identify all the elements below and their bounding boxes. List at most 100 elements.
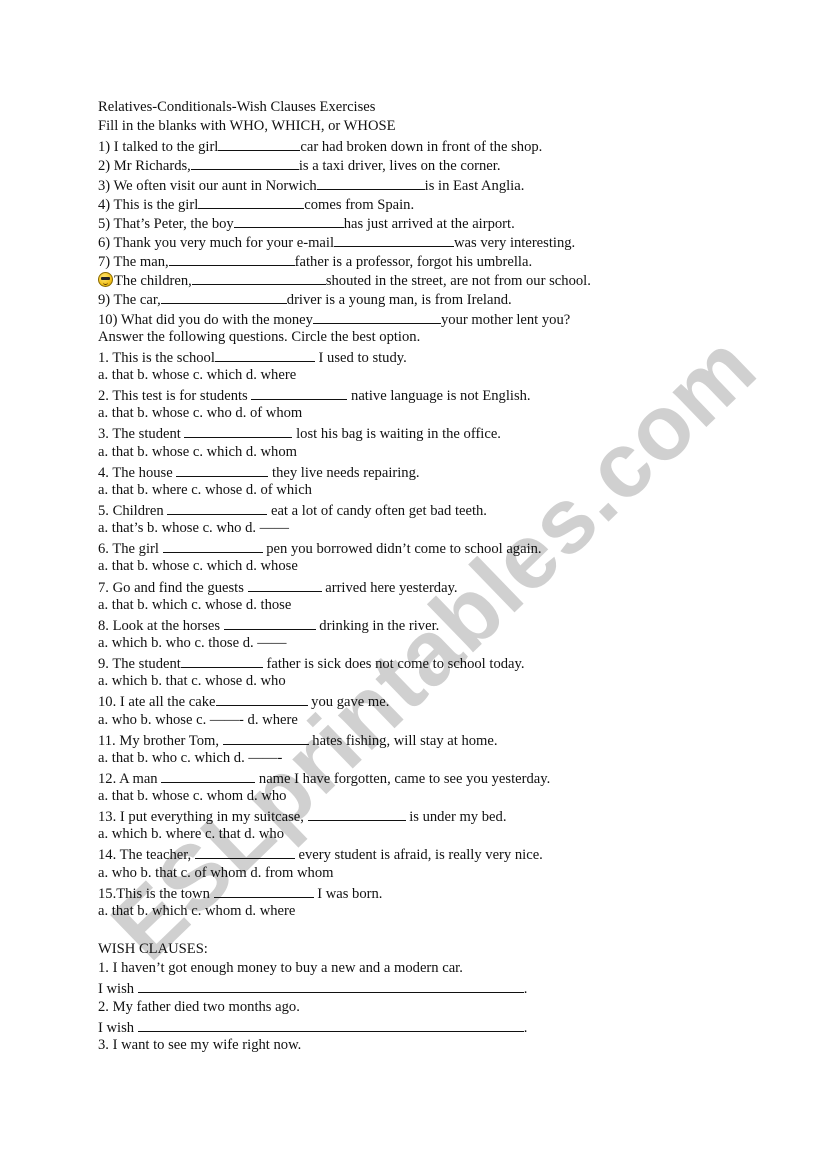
answer-options[interactable]: a. who b. whose c. ——- d. where [98,711,778,730]
answer-options[interactable]: a. who b. that c. of whom d. from whom [98,864,778,883]
fill-item: 3) We often visit our aunt in Norwich is … [98,175,778,194]
answer-blank[interactable] [184,423,293,439]
answer-blank[interactable] [162,538,263,554]
answer-options[interactable]: a. that b. whose c. which d. where [98,366,778,385]
answer-options[interactable]: a. which b. where c. that d. who [98,825,778,844]
question: 2. This test is for students native lang… [98,385,778,404]
worksheet-content: Relatives-Conditionals-Wish Clauses Exer… [98,98,778,1055]
item-text: father is a professor, forgot his umbrel… [294,254,533,271]
fill-item: 4) This is the girl comes from Spain. [98,194,778,213]
answer-options[interactable]: a. that b. which c. whom d. where [98,902,778,921]
question-text: 1. This is the school [98,349,215,366]
question: 1. This is the school I used to study. [98,347,778,366]
worksheet-title: Relatives-Conditionals-Wish Clauses Exer… [98,99,376,115]
answer-options[interactable]: a. that b. whose c. which d. whose [98,557,778,576]
fill-item: 10) What did you do with the money your m… [98,309,778,328]
answer-options[interactable]: a. that b. which c. whose d. those [98,596,778,615]
question: 14. The teacher, every student is afraid… [98,844,778,863]
answer-blank[interactable] [180,653,263,669]
question: 13. I put everything in my suitcase, is … [98,806,778,825]
question-text: they live needs repairing. [268,464,420,481]
question-text: 5. Children [98,502,168,519]
question-text: 12. A man [98,770,162,787]
wish-sentence: 2. My father died two months ago. [98,998,300,1015]
answer-blank[interactable] [176,462,269,477]
answer-options[interactable]: a. that’s b. whose c. who d. —— [98,519,778,538]
fill-item: 7) The man, father is a professor, forgot… [98,251,778,270]
question-text: native language is not English. [347,388,531,405]
answer-blank[interactable] [160,289,287,305]
question-text: 15.This is the town [98,885,214,902]
item-text: is in East Anglia. [424,177,525,194]
answer-options[interactable]: a. that b. whose c. which d. whom [98,443,778,462]
question-text: I used to study. [314,349,407,366]
question: 12. A man name I have forgotten, came to… [98,768,778,787]
item-text: your mother lent you? [440,311,571,328]
answer-blank[interactable] [161,768,256,783]
answer-blank[interactable] [316,175,425,190]
answer-options[interactable]: a. which b. that c. whose d. who [98,672,778,691]
question-text: lost his bag is waiting in the office. [292,426,501,443]
answer-blank[interactable] [137,978,524,994]
wish-answer-line: I wish . [98,978,778,997]
answer-blank[interactable] [334,232,455,247]
answer-blank[interactable] [198,194,305,209]
answer-options[interactable]: a. that b. whose c. whom d. who [98,787,778,806]
answer-blank[interactable] [233,213,344,228]
answer-blank[interactable] [167,500,268,515]
question-text: father is sick does not come to school t… [262,656,525,673]
item-text: 5) That’s Peter, the boy [98,215,234,232]
fill-item: 9) The car, driver is a young man, is fro… [98,289,778,308]
answer-blank[interactable] [222,730,309,745]
item-text: The children, [114,273,192,290]
answer-blank[interactable] [312,309,441,324]
question-text: name I have forgotten, came to see you y… [255,770,551,787]
question-text: 14. The teacher, [98,847,195,864]
fill-item: 1) I talked to the girl car had broken do… [98,136,778,155]
wish-answer-line: I wish . [98,1017,778,1036]
answer-blank[interactable] [218,136,301,152]
question-text: 10. I ate all the cake [98,694,216,711]
question-text: you gave me. [307,694,390,711]
item-text: 7) The man, [98,254,169,271]
answer-blank[interactable] [307,806,406,822]
fill-item: 6) Thank you very much for your e-mail wa… [98,232,778,251]
answer-options[interactable]: a. which b. who c. those d. —— [98,634,778,653]
question: 7. Go and find the guests arrived here y… [98,577,778,596]
answer-blank[interactable] [247,577,322,592]
answer-blank[interactable] [194,844,295,860]
item-text: 9) The car, [98,292,161,309]
answer-blank[interactable] [214,347,315,362]
fill-item: The children, shouted in the street, are … [98,270,778,289]
answer-blank[interactable] [213,883,314,898]
period: . [523,981,528,998]
item-text: driver is a young man, is from Ireland. [286,292,512,309]
item-text: 3) We often visit our aunt in Norwich [98,177,317,194]
answer-blank[interactable] [251,385,348,401]
answer-blank[interactable] [190,155,299,171]
wish-clauses-heading: WISH CLAUSES: [98,941,208,958]
answer-blank[interactable] [168,251,295,267]
question-text: 7. Go and find the guests [98,579,248,596]
question-text: 13. I put everything in my suitcase, [98,809,308,826]
question-text: I was born. [313,885,383,902]
question: 3. The student lost his bag is waiting i… [98,423,778,442]
answer-options[interactable]: a. that b. whose c. who d. of whom [98,404,778,423]
item-text: 10) What did you do with the money [98,311,313,328]
item-text: 2) Mr Richards, [98,158,191,175]
item-text: 6) Thank you very much for your e-mail [98,234,335,251]
wish-prompt: I wish [98,1019,138,1036]
question-text: is under my bed. [405,809,507,826]
question: 5. Children eat a lot of candy often get… [98,500,778,519]
answer-blank[interactable] [223,615,316,630]
answer-blank[interactable] [215,691,308,707]
answer-blank[interactable] [137,1017,524,1032]
question: 6. The girl pen you borrowed didn’t come… [98,538,778,557]
answer-options[interactable]: a. that b. where c. whose d. of which [98,481,778,500]
question-text: 2. This test is for students [98,388,252,405]
question-text: drinking in the river. [315,617,440,634]
answer-options[interactable]: a. that b. who c. which d. ——- [98,749,778,768]
answer-blank[interactable] [191,270,326,286]
item-text: shouted in the street, are not from our … [325,273,591,290]
